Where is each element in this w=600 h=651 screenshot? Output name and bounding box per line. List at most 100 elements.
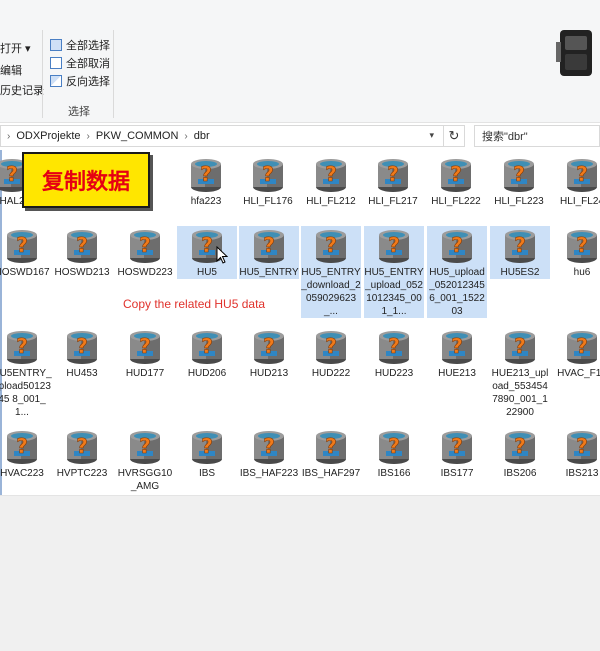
select-none-label: 全部取消 [66, 58, 110, 70]
chevron-down-icon[interactable]: ▾ [429, 130, 434, 141]
svg-text:?: ? [263, 233, 275, 257]
file-item[interactable]: ? HLI_FL217 [363, 155, 423, 208]
search-input[interactable]: 搜索"dbr" [474, 125, 600, 147]
file-name: HUE213 [438, 368, 476, 379]
database-file-icon: ? [67, 431, 97, 464]
svg-text:?: ? [451, 233, 463, 257]
address-bar[interactable]: › ODXProjekte › PKW_COMMON › dbr ▾ [0, 125, 465, 147]
file-item[interactable]: ? HVPTC223 [52, 427, 112, 480]
file-item[interactable]: ? IBS [177, 427, 237, 480]
file-item[interactable]: ? HU5 [177, 226, 237, 279]
file-item[interactable]: ? HUD222 [301, 327, 361, 380]
file-name: HU5ENTRY_upload5012345 8_001_1... [0, 368, 52, 418]
svg-text:?: ? [201, 434, 213, 458]
svg-text:?: ? [139, 434, 151, 458]
file-name: HVRSGG10_AMG [117, 468, 173, 492]
file-item[interactable]: ? HUD223 [364, 327, 424, 380]
history-button[interactable]: 历史记录 [0, 82, 44, 98]
database-file-icon: ? [192, 431, 222, 464]
file-name: HU5_ENTRY_upload_0521012345_001_1... [364, 267, 424, 317]
file-name: HU5 [196, 267, 217, 278]
database-file-icon: ? [130, 431, 160, 464]
breadcrumb-item[interactable]: ODXProjekte [16, 130, 80, 142]
file-item[interactable]: ? HOSWD223 [115, 226, 175, 279]
svg-text:?: ? [576, 233, 588, 257]
file-item[interactable]: ? hu6 [552, 226, 600, 279]
file-item[interactable]: ? HUD213 [239, 327, 299, 380]
file-item[interactable]: ? HLI_FL212 [301, 155, 361, 208]
file-name: HU453 [66, 368, 98, 379]
database-file-icon: ? [254, 230, 284, 263]
file-item[interactable]: ? HOSWD167 [0, 226, 52, 279]
file-name: IBS166 [377, 468, 411, 479]
database-file-icon: ? [192, 331, 222, 364]
file-item[interactable]: ? HVRSGG10_AMG [115, 427, 175, 493]
file-item[interactable]: ? HU5_ENTRY [239, 226, 299, 279]
file-name: HU5_ENTRY_download_2059029623_... [301, 267, 361, 317]
edit-button[interactable]: 编辑 [0, 62, 22, 78]
database-file-icon: ? [254, 431, 284, 464]
file-item[interactable]: ? HUE213_upload_5534547890_001_122900 [490, 327, 550, 419]
svg-text:?: ? [388, 434, 400, 458]
file-item[interactable]: ? HLI_FL24 [552, 155, 600, 208]
svg-text:?: ? [514, 233, 526, 257]
file-item[interactable]: ? IBS166 [364, 427, 424, 480]
empty-area [0, 495, 600, 651]
mouse-cursor-icon [216, 246, 228, 264]
file-item[interactable]: ? HU5_upload_0520123456_001_152203 [427, 226, 487, 318]
database-file-icon: ? [442, 230, 472, 263]
file-item[interactable]: ? IBS206 [490, 427, 550, 480]
file-item[interactable]: ? HUE213 [427, 327, 487, 380]
invert-selection-button[interactable]: 反向选择 [50, 72, 110, 90]
database-file-icon: ? [567, 431, 597, 464]
database-file-icon: ? [316, 431, 346, 464]
breadcrumb-item[interactable]: dbr [194, 130, 210, 142]
file-item[interactable]: ? IBS177 [427, 427, 487, 480]
select-none-button[interactable]: 全部取消 [50, 54, 110, 72]
file-item[interactable]: ? HOSWD213 [52, 226, 112, 279]
file-item[interactable]: ? IBS_HAF297 [301, 427, 361, 480]
database-file-icon: ? [7, 431, 37, 464]
file-item[interactable]: ? HU5_ENTRY_upload_0521012345_001_1... [364, 226, 424, 318]
open-button[interactable]: 打开 ▾ [0, 40, 31, 56]
file-name: HVAC_F17 [557, 368, 600, 379]
file-name: HUD177 [125, 368, 165, 379]
file-item[interactable]: ? IBS213 [552, 427, 600, 480]
svg-text:?: ? [16, 434, 28, 458]
invert-selection-icon [50, 75, 62, 87]
svg-text:?: ? [513, 162, 525, 186]
file-item[interactable]: ? HLI_FL176 [238, 155, 298, 208]
svg-text:?: ? [76, 233, 88, 257]
file-item[interactable]: ? hfa223 [176, 155, 236, 208]
svg-text:?: ? [388, 334, 400, 358]
select-all-label: 全部选择 [66, 40, 110, 52]
file-item[interactable]: ? HLI_FL222 [426, 155, 486, 208]
svg-text:?: ? [388, 233, 400, 257]
svg-text:?: ? [139, 233, 151, 257]
file-item[interactable]: ? IBS_HAF223 [239, 427, 299, 480]
file-item[interactable]: ? HU5ES2 [490, 226, 550, 279]
chevron-right-icon: › [7, 130, 11, 142]
svg-text:?: ? [139, 334, 151, 358]
annotation-text: Copy the related HU5 data [123, 297, 266, 311]
callout-text: 复制数据 [41, 170, 130, 195]
database-file-icon: ? [505, 431, 535, 464]
svg-text:?: ? [576, 334, 588, 358]
file-name: HLI_FL222 [431, 196, 481, 207]
file-item[interactable]: ? HUD177 [115, 327, 175, 380]
file-item[interactable]: ? HU5_ENTRY_download_2059029623_... [301, 226, 361, 318]
database-file-icon: ? [130, 331, 160, 364]
file-item[interactable]: ? HU5ENTRY_upload5012345 8_001_1... [0, 327, 52, 419]
file-name: HLI_FL24 [560, 196, 600, 207]
refresh-button[interactable]: ↻ [443, 125, 465, 147]
select-all-button[interactable]: 全部选择 [50, 36, 110, 54]
file-item[interactable]: ? HLI_FL223 [489, 155, 549, 208]
file-item[interactable]: ? HVAC_F17 [552, 327, 600, 380]
file-name: IBS177 [440, 468, 474, 479]
svg-text:?: ? [201, 233, 213, 257]
database-file-icon: ? [191, 159, 221, 192]
breadcrumb-item[interactable]: PKW_COMMON [96, 130, 179, 142]
file-item[interactable]: ? HVAC223 [0, 427, 52, 480]
file-item[interactable]: ? HU453 [52, 327, 112, 380]
file-item[interactable]: ? HUD206 [177, 327, 237, 380]
